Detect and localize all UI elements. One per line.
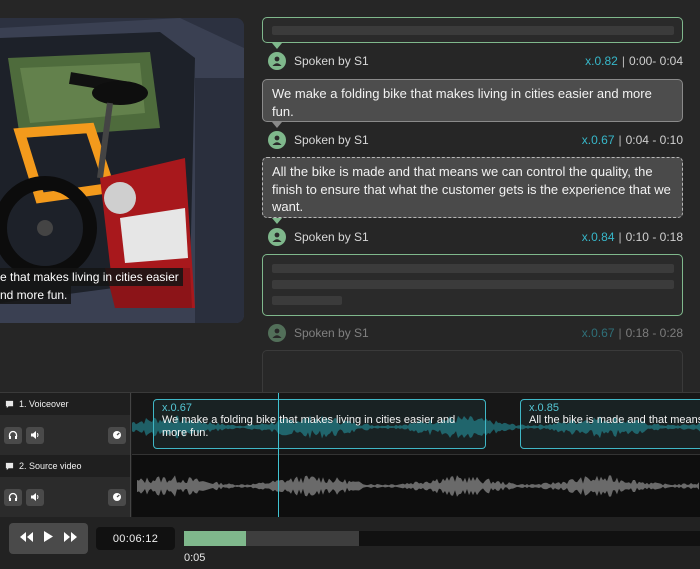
user-avatar-icon	[268, 131, 286, 149]
comment-icon	[5, 462, 14, 470]
progress-time-label: 0:05	[184, 552, 206, 564]
voiceover-clip[interactable]: x.0.67 We make a folding bike that makes…	[153, 399, 486, 449]
track-header-source-video: 2. Source video	[0, 455, 131, 518]
separator: |	[618, 133, 622, 147]
gauge-icon	[113, 431, 121, 439]
headphones-button[interactable]	[4, 488, 22, 506]
speaker-row: Spoken by S1 x.0.82 | 0:00- 0:04	[262, 51, 683, 71]
separator: |	[618, 326, 622, 340]
segment-text[interactable]: We make a folding bike that makes living…	[263, 80, 682, 127]
user-avatar-icon	[268, 52, 286, 70]
volume-button[interactable]	[26, 426, 44, 444]
segment-pointer	[272, 43, 282, 49]
speed-value[interactable]: x.0.67	[582, 133, 615, 147]
segment-text[interactable]: All the bike is made and that means we c…	[263, 158, 682, 223]
separator: |	[621, 54, 625, 68]
playhead[interactable]	[278, 393, 279, 518]
transcript-segment-placeholder[interactable]	[262, 254, 683, 316]
subtitle-line: nd more fun.	[0, 286, 72, 304]
transcript-panel: Spoken by S1 x.0.82 | 0:00- 0:04 We make…	[262, 0, 700, 392]
speaker-name: Spoken by S1	[294, 230, 369, 244]
placeholder-bar	[272, 26, 674, 35]
clip-text: We make a folding bike that makes living…	[162, 414, 456, 439]
speaker-icon	[31, 493, 39, 501]
rewind-button[interactable]	[19, 530, 34, 548]
speaker-icon	[31, 431, 39, 439]
segment-meta: x.0.82 | 0:00- 0:04	[585, 54, 683, 68]
speaker-row: Spoken by S1 x.0.67 | 0:04 - 0:10	[262, 130, 683, 150]
transcript-segment-placeholder[interactable]	[262, 17, 683, 43]
speed-value[interactable]: x.0.82	[585, 54, 618, 68]
placeholder-bar	[272, 296, 342, 305]
user-avatar-icon	[268, 324, 286, 342]
separator: |	[618, 230, 622, 244]
clip-speed: x.0.67	[162, 402, 192, 414]
transcript-segment-editing[interactable]: All the bike is made and that means we c…	[262, 157, 683, 218]
progress-bar[interactable]	[184, 531, 700, 546]
timeline: 1. Voiceover 2. Source video x.0.67 We m…	[0, 392, 700, 518]
clip-speed: x.0.85	[529, 402, 559, 414]
speed-dial-button[interactable]	[108, 426, 126, 444]
clip-text: All the bike is made and that means we c…	[529, 414, 700, 426]
time-range: 0:18 - 0:28	[625, 326, 683, 340]
playback-controls	[9, 523, 88, 554]
speed-value[interactable]: x.0.84	[582, 230, 615, 244]
segment-meta: x.0.67 | 0:18 - 0:28	[582, 326, 683, 340]
speaker-name: Spoken by S1	[294, 54, 369, 68]
headphones-icon	[8, 430, 18, 439]
speaker-row: Spoken by S1 x.0.67 | 0:18 - 0:28	[262, 323, 683, 343]
volume-button[interactable]	[26, 488, 44, 506]
time-range: 0:00- 0:04	[628, 54, 683, 68]
speaker-row: Spoken by S1 x.0.84 | 0:10 - 0:18	[262, 227, 683, 247]
speed-dial-button[interactable]	[108, 488, 126, 506]
transcript-segment-placeholder[interactable]	[262, 350, 683, 392]
transcript-segment[interactable]: We make a folding bike that makes living…	[262, 79, 683, 122]
track-header-voiceover: 1. Voiceover	[0, 393, 131, 455]
fast-forward-icon	[63, 531, 77, 542]
speed-value[interactable]: x.0.67	[582, 326, 615, 340]
waveform-shape	[137, 475, 699, 497]
track-lane-voiceover[interactable]: x.0.67 We make a folding bike that makes…	[132, 393, 700, 455]
video-preview[interactable]: e that makes living in cities easier nd …	[0, 18, 244, 323]
transport-bar: 00:06:12 0:05	[0, 517, 700, 569]
placeholder-bar	[272, 264, 674, 273]
timecode-display: 00:06:12	[96, 527, 175, 550]
track-lane-source-video[interactable]	[132, 455, 700, 517]
rewind-icon	[20, 531, 34, 542]
segment-meta: x.0.67 | 0:04 - 0:10	[582, 133, 683, 147]
speaker-name: Spoken by S1	[294, 326, 369, 340]
track-title: 2. Source video	[0, 455, 130, 477]
play-button[interactable]	[42, 530, 54, 548]
track-label: 1. Voiceover	[19, 399, 69, 409]
progress-fill	[184, 531, 246, 546]
track-controls	[0, 415, 130, 455]
source-audio-waveform	[137, 475, 699, 497]
subtitle-line: e that makes living in cities easier	[0, 268, 183, 286]
headphones-button[interactable]	[4, 426, 22, 444]
play-icon	[44, 530, 54, 542]
placeholder-bar	[272, 280, 674, 289]
segment-meta: x.0.84 | 0:10 - 0:18	[582, 230, 683, 244]
time-range: 0:04 - 0:10	[625, 133, 683, 147]
segment-pointer	[272, 122, 282, 128]
fast-forward-button[interactable]	[63, 530, 78, 548]
track-controls	[0, 477, 130, 517]
gauge-icon	[113, 493, 121, 501]
comment-icon	[5, 400, 14, 408]
time-range: 0:10 - 0:18	[625, 230, 683, 244]
speaker-name: Spoken by S1	[294, 133, 369, 147]
track-title: 1. Voiceover	[0, 393, 130, 415]
user-avatar-icon	[268, 228, 286, 246]
voiceover-clip[interactable]: x.0.85 All the bike is made and that mea…	[520, 399, 700, 449]
segment-pointer	[272, 218, 282, 224]
headphones-icon	[8, 492, 18, 501]
track-label: 2. Source video	[19, 461, 82, 471]
